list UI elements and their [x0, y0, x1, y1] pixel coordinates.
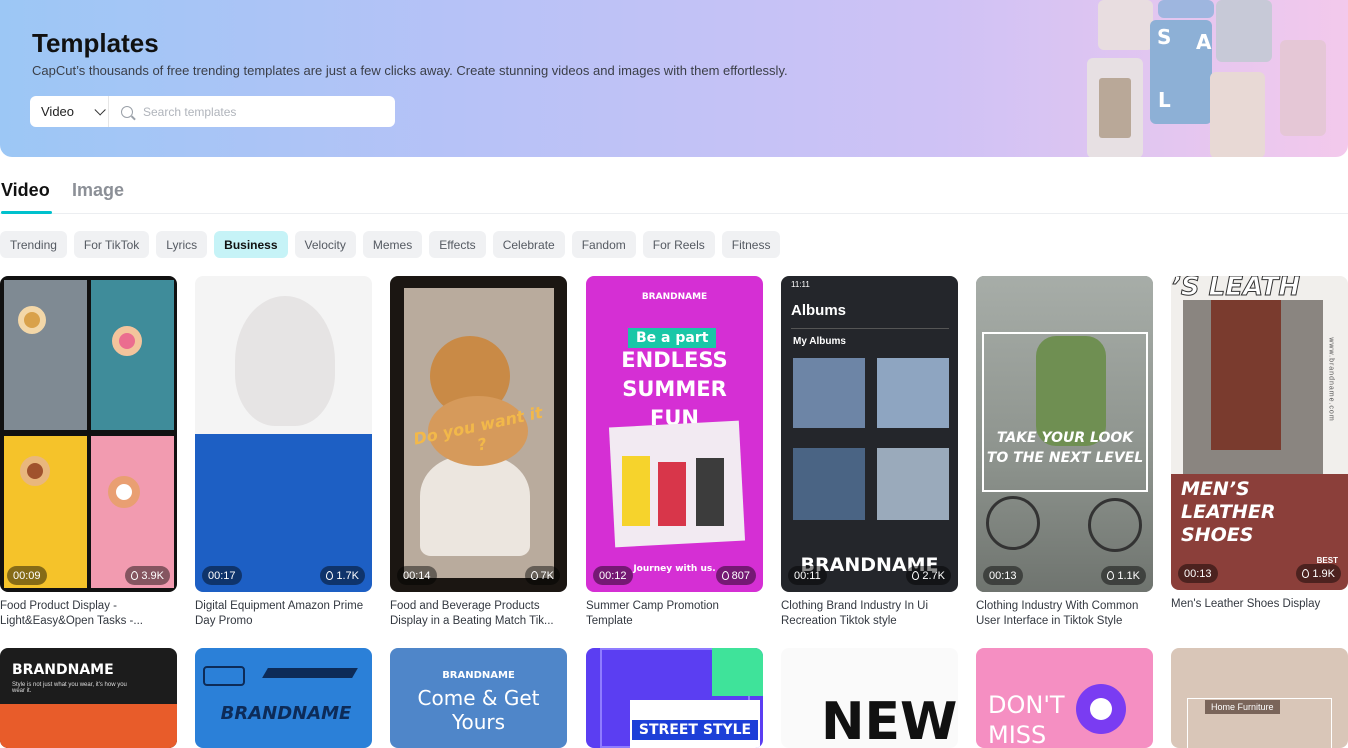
usage-badge: 7K: [524, 566, 560, 585]
chip-lyrics[interactable]: Lyrics: [156, 231, 208, 258]
search-input[interactable]: [143, 104, 373, 119]
thumbnail-top-text: ’S LEATH: [1171, 276, 1301, 303]
thumbnail-side-text: www.brandname.com: [1327, 337, 1335, 422]
chevron-down-icon: [94, 103, 106, 116]
template-thumbnail[interactable]: Do you want it ? 00:14 7K: [390, 276, 567, 592]
thumbnail-brand-text: BRANDNAME: [12, 662, 114, 678]
chip-fitness[interactable]: Fitness: [721, 231, 781, 258]
chip-trending[interactable]: Trending: [0, 231, 67, 258]
template-card[interactable]: BRANDNAME: [195, 648, 372, 748]
usage-badge: 2.7K: [906, 566, 951, 585]
thumbnail-my-albums: My Albums: [793, 336, 846, 347]
chip-fandom[interactable]: Fandom: [571, 231, 636, 258]
thumbnail-albums-title: Albums: [791, 302, 847, 319]
chip-celebrate[interactable]: Celebrate: [492, 231, 565, 258]
flame-icon: [131, 571, 139, 580]
thumbnail-brand-text: BRANDNAME: [442, 670, 515, 681]
tab-video[interactable]: Video: [1, 180, 50, 201]
templates-banner: Templates CapCut’s thousands of free tre…: [0, 0, 1348, 157]
thumbnail-brand-text: NEW: [821, 692, 958, 748]
template-thumbnail[interactable]: ’S LEATH MEN’S LEATHER SHOES www.brandna…: [1171, 276, 1348, 590]
template-card[interactable]: TAKE YOUR LOOK TO THE NEXT LEVEL 00:13 1…: [976, 276, 1153, 629]
thumbnail-brand-text: Home Furniture: [1205, 700, 1280, 714]
template-thumbnail[interactable]: BRANDNAME Be a part ENDLESS SUMMER FUN J…: [586, 276, 763, 592]
template-card[interactable]: BRANDNAME Style is not just what you wea…: [0, 648, 177, 748]
type-select[interactable]: Video: [30, 96, 109, 127]
thumbnail-sub-text: Style is not just what you wear, it's ho…: [12, 682, 127, 694]
template-card[interactable]: ’S LEATH MEN’S LEATHER SHOES www.brandna…: [1171, 276, 1348, 627]
search-bar: Video: [30, 96, 395, 127]
thumbnail-brand-text: DON'T MISS OUT: [988, 691, 1065, 748]
chip-for-reels[interactable]: For Reels: [642, 231, 715, 258]
template-card[interactable]: 00:17 1.7K Digital Equipment Amazon Prim…: [195, 276, 372, 629]
template-card[interactable]: BRANDNAME Come & Get Yours: [390, 648, 567, 748]
thumbnail-brand-text: BRANDNAME: [220, 703, 352, 724]
thumbnail-brand-text: STREET STYLE: [632, 720, 758, 740]
flame-icon: [721, 571, 729, 580]
flame-icon: [530, 571, 538, 580]
chip-effects[interactable]: Effects: [429, 231, 486, 258]
thumbnail-headline: ENDLESS SUMMER FUN: [621, 348, 728, 430]
flame-icon: [1302, 569, 1310, 578]
usage-badge: 1.1K: [1101, 566, 1146, 585]
thumbnail-headline: MEN’S LEATHER SHOES: [1181, 478, 1276, 546]
template-card[interactable]: Home Furniture: [1171, 648, 1348, 748]
template-title[interactable]: Clothing Industry With Common User Inter…: [976, 599, 1153, 629]
thumbnail-tag: Be a part: [628, 328, 717, 348]
duration-badge: 00:17: [202, 566, 242, 585]
template-title[interactable]: Summer Camp Promotion Template: [586, 599, 763, 629]
thumbnail-sub-text: Come & Get Yours: [417, 686, 540, 734]
template-card[interactable]: 11:11 Albums My Albums BRANDNAME 00:11 2…: [781, 276, 958, 629]
template-thumbnail[interactable]: 00:09 3.9K: [0, 276, 177, 592]
template-card[interactable]: 00:09 3.9K Food Product Display - Light&…: [0, 276, 177, 629]
template-thumbnail[interactable]: 00:17 1.7K: [195, 276, 372, 592]
template-title[interactable]: Men's Leather Shoes Display: [1171, 597, 1348, 627]
template-thumbnail[interactable]: 11:11 Albums My Albums BRANDNAME 00:11 2…: [781, 276, 958, 592]
active-tab-indicator: [1, 211, 52, 214]
usage-badge: 1.9K: [1296, 564, 1341, 583]
chip-for-tiktok[interactable]: For TikTok: [73, 231, 150, 258]
usage-badge: 1.7K: [320, 566, 365, 585]
template-title[interactable]: Food Product Display - Light&Easy&Open T…: [0, 599, 177, 629]
page-subtitle: CapCut’s thousands of free trending temp…: [32, 63, 788, 78]
duration-badge: 00:14: [397, 566, 437, 585]
tab-image[interactable]: Image: [72, 180, 124, 201]
chip-velocity[interactable]: Velocity: [294, 231, 356, 258]
flame-icon: [1107, 571, 1115, 580]
duration-badge: 00:11: [788, 566, 827, 585]
usage-badge: 3.9K: [125, 566, 170, 585]
template-card[interactable]: DON'T MISS OUT: [976, 648, 1153, 748]
chip-memes[interactable]: Memes: [362, 231, 423, 258]
thumbnail-headline: TAKE YOUR LOOK TO THE NEXT LEVEL: [986, 430, 1144, 466]
duration-badge: 00:09: [7, 566, 47, 585]
search-icon: [121, 105, 133, 118]
template-title[interactable]: Food and Beverage Products Display in a …: [390, 599, 567, 629]
template-card[interactable]: STREET STYLE: [586, 648, 763, 748]
usage-badge: 807: [715, 566, 756, 585]
play-icon: [1090, 698, 1112, 720]
template-card[interactable]: NEW: [781, 648, 958, 748]
chip-business[interactable]: Business: [214, 231, 288, 258]
template-thumbnail[interactable]: TAKE YOUR LOOK TO THE NEXT LEVEL 00:13 1…: [976, 276, 1153, 592]
template-card[interactable]: Do you want it ? 00:14 7K Food and Bever…: [390, 276, 567, 629]
media-tabs: Video Image: [0, 176, 1348, 214]
template-title[interactable]: Digital Equipment Amazon Prime Day Promo: [195, 599, 372, 629]
flame-icon: [326, 571, 334, 580]
flame-icon: [912, 571, 920, 580]
duration-badge: 00:13: [1178, 564, 1218, 583]
thumbnail-status-time: 11:11: [791, 280, 810, 289]
category-chips: Trending For TikTok Lyrics Business Velo…: [0, 231, 781, 258]
duration-badge: 00:13: [983, 566, 1023, 585]
thumbnail-brand-text: BRANDNAME: [641, 292, 708, 302]
page-title: Templates: [32, 28, 159, 58]
duration-badge: 00:12: [593, 566, 633, 585]
type-select-value: Video: [41, 104, 75, 119]
template-card[interactable]: BRANDNAME Be a part ENDLESS SUMMER FUN J…: [586, 276, 763, 629]
template-title[interactable]: Clothing Brand Industry In Ui Recreation…: [781, 599, 958, 629]
